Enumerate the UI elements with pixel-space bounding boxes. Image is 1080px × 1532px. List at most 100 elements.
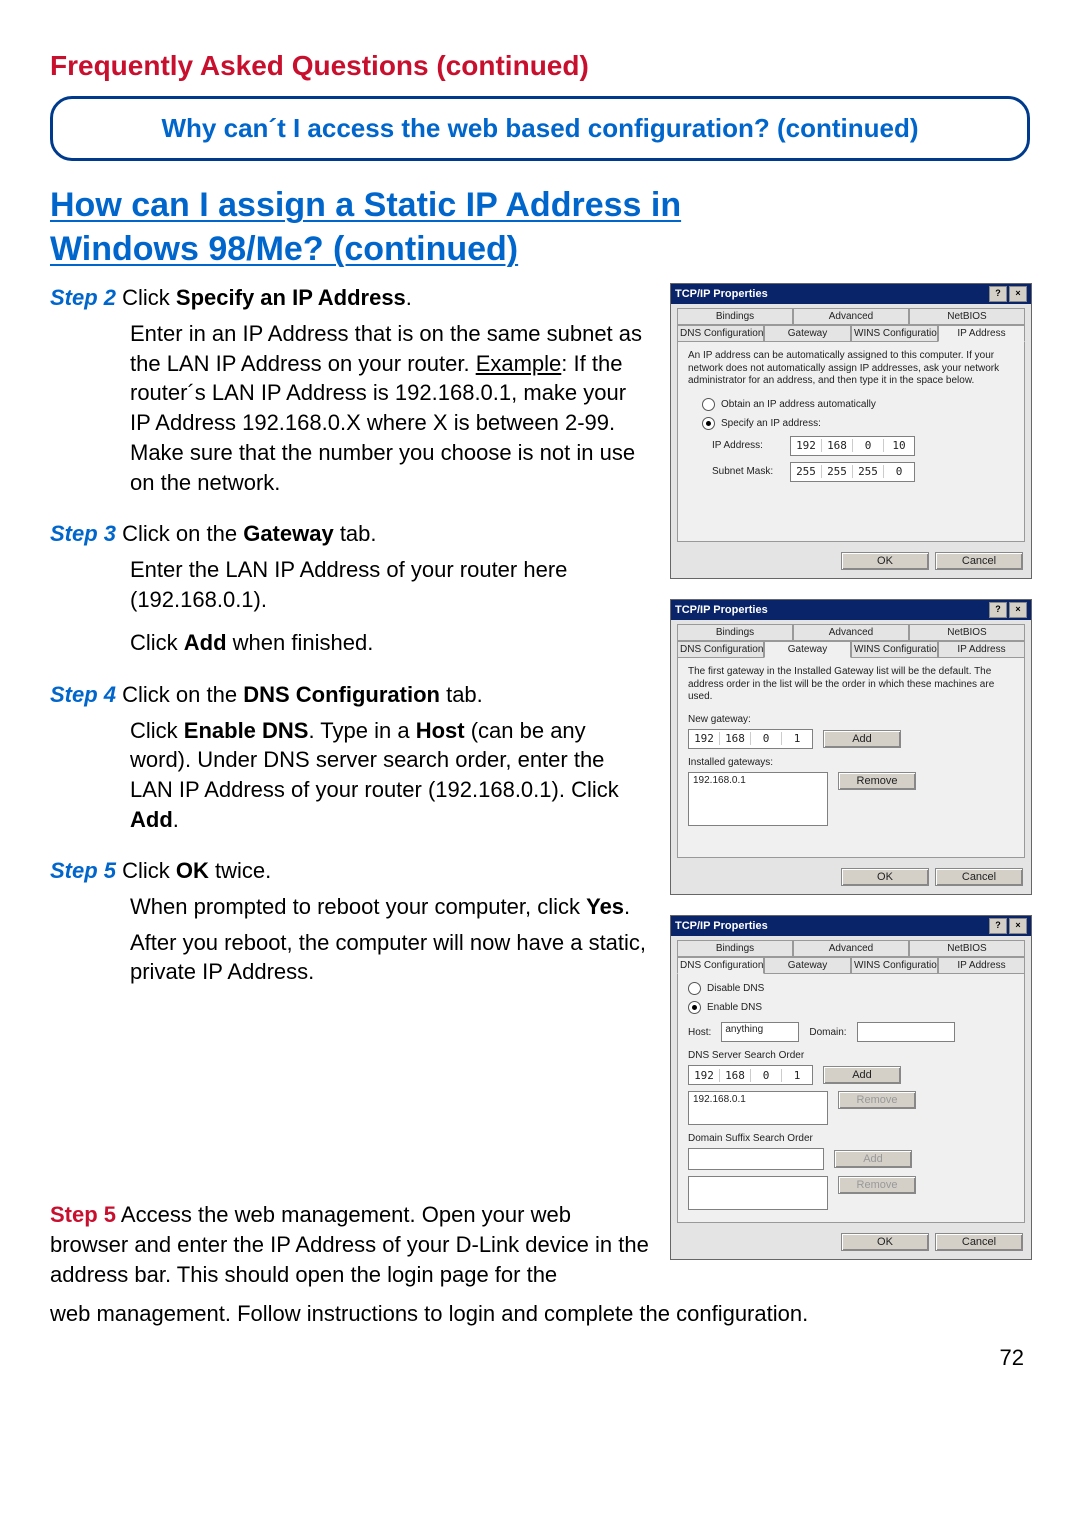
tab-advanced[interactable]: Advanced bbox=[793, 308, 909, 325]
tab-ipaddress[interactable]: IP Address bbox=[938, 325, 1025, 342]
close-button[interactable]: × bbox=[1009, 602, 1027, 618]
tcpip-dialog-dns: TCP/IP Properties ? × Bindings Advanced … bbox=[670, 915, 1032, 1260]
subnet-mask-input[interactable]: 2552552550 bbox=[790, 462, 915, 482]
page-number: 72 bbox=[1000, 1345, 1024, 1371]
faq-title: Frequently Asked Questions (continued) bbox=[50, 50, 1030, 82]
dns-search-list[interactable]: 192.168.0.1 bbox=[688, 1091, 828, 1125]
domain-suffix-input[interactable] bbox=[688, 1148, 824, 1170]
close-button[interactable]: × bbox=[1009, 918, 1027, 934]
radio-disable-dns-label: Disable DNS bbox=[707, 983, 764, 994]
tab-gateway[interactable]: Gateway bbox=[764, 325, 851, 342]
dialog-titlebar: TCP/IP Properties ? × bbox=[671, 600, 1031, 620]
banner-text: Why can´t I access the web based configu… bbox=[162, 113, 919, 143]
tab-bindings[interactable]: Bindings bbox=[677, 940, 793, 957]
dialog-titlebar: TCP/IP Properties ? × bbox=[671, 916, 1031, 936]
instructions-column: Step 2 Click Specify an IP Address. Ente… bbox=[50, 283, 652, 1280]
add-button[interactable]: Add bbox=[823, 730, 901, 748]
ok-button[interactable]: OK bbox=[841, 868, 929, 886]
subnet-mask-label: Subnet Mask: bbox=[712, 466, 782, 477]
step-4-label: Step 4 bbox=[50, 682, 116, 707]
howto-line2: Windows 98/Me? (continued) bbox=[50, 230, 518, 268]
remove-button-disabled[interactable]: Remove bbox=[838, 1176, 916, 1194]
new-gateway-label: New gateway: bbox=[688, 714, 1014, 725]
dialog-title-text: TCP/IP Properties bbox=[675, 920, 768, 932]
domain-suffix-list[interactable] bbox=[688, 1176, 828, 1210]
host-label: Host: bbox=[688, 1027, 711, 1038]
tab-dns[interactable]: DNS Configuration bbox=[677, 325, 764, 342]
ip-address-input[interactable]: 192168010 bbox=[790, 436, 915, 456]
dialog-title-text: TCP/IP Properties bbox=[675, 604, 768, 616]
installed-gateways-label: Installed gateways: bbox=[688, 757, 1014, 768]
step-5-inner-label: Step 5 bbox=[50, 858, 116, 883]
tab-advanced[interactable]: Advanced bbox=[793, 940, 909, 957]
cancel-button[interactable]: Cancel bbox=[935, 552, 1023, 570]
domain-suffix-label: Domain Suffix Search Order bbox=[688, 1133, 1014, 1144]
help-button[interactable]: ? bbox=[989, 602, 1007, 618]
help-button[interactable]: ? bbox=[989, 918, 1007, 934]
ok-button[interactable]: OK bbox=[841, 1233, 929, 1251]
radio-enable-dns[interactable] bbox=[688, 1001, 701, 1014]
new-gateway-input[interactable]: 19216801 bbox=[688, 729, 813, 749]
ip-address-label: IP Address: bbox=[712, 440, 782, 451]
howto-line1: How can I assign a Static IP Address in bbox=[50, 186, 681, 224]
step-3: Step 3 Click on the Gateway tab. Enter t… bbox=[50, 519, 652, 658]
tab-ipaddress[interactable]: IP Address bbox=[938, 641, 1025, 658]
step-3-label: Step 3 bbox=[50, 521, 116, 546]
radio-enable-dns-label: Enable DNS bbox=[707, 1002, 762, 1013]
step-2: Step 2 Click Specify an IP Address. Ente… bbox=[50, 283, 652, 497]
dialog-desc: The first gateway in the Installed Gatew… bbox=[688, 666, 1014, 704]
remove-button[interactable]: Remove bbox=[838, 772, 916, 790]
tab-dns[interactable]: DNS Configuration bbox=[677, 957, 764, 974]
tab-netbios[interactable]: NetBIOS bbox=[909, 940, 1025, 957]
dialog-desc: An IP address can be automatically assig… bbox=[688, 350, 1014, 388]
close-button[interactable]: × bbox=[1009, 286, 1027, 302]
dialogs-column: TCP/IP Properties ? × Bindings Advanced … bbox=[670, 283, 1030, 1280]
cancel-button[interactable]: Cancel bbox=[935, 868, 1023, 886]
ok-button[interactable]: OK bbox=[841, 552, 929, 570]
tab-advanced[interactable]: Advanced bbox=[793, 624, 909, 641]
host-input[interactable]: anything bbox=[721, 1022, 799, 1042]
tab-wins[interactable]: WINS Configuration bbox=[851, 325, 938, 342]
add-button-disabled[interactable]: Add bbox=[834, 1150, 912, 1168]
tab-wins[interactable]: WINS Configuration bbox=[851, 957, 938, 974]
dialog-title-text: TCP/IP Properties bbox=[675, 288, 768, 300]
step-2-label: Step 2 bbox=[50, 285, 116, 310]
step-5-outer-cont: web management. Follow instructions to l… bbox=[50, 1299, 1030, 1329]
step-5-inner: Step 5 Click OK twice. When prompted to … bbox=[50, 856, 652, 987]
tab-bindings[interactable]: Bindings bbox=[677, 308, 793, 325]
step-2-body: Enter in an IP Address that is on the sa… bbox=[130, 319, 652, 497]
step-4-body: Click Enable DNS. Type in a Host (can be… bbox=[130, 716, 652, 835]
radio-obtain-auto[interactable] bbox=[702, 398, 715, 411]
tcpip-dialog-ipaddress: TCP/IP Properties ? × Bindings Advanced … bbox=[670, 283, 1032, 579]
remove-button[interactable]: Remove bbox=[838, 1091, 916, 1109]
tab-gateway[interactable]: Gateway bbox=[764, 957, 851, 974]
dns-search-order-label: DNS Server Search Order bbox=[688, 1050, 1014, 1061]
tab-gateway[interactable]: Gateway bbox=[764, 641, 851, 658]
step-3-body-a: Enter the LAN IP Address of your router … bbox=[130, 555, 652, 614]
domain-input[interactable] bbox=[857, 1022, 955, 1042]
step-5-inner-body-b: After you reboot, the computer will now … bbox=[130, 928, 652, 987]
radio-specify-ip-label: Specify an IP address: bbox=[721, 418, 821, 429]
radio-obtain-auto-label: Obtain an IP address automatically bbox=[721, 399, 876, 410]
step-5-inner-body-a: When prompted to reboot your computer, c… bbox=[130, 892, 652, 922]
help-button[interactable]: ? bbox=[989, 286, 1007, 302]
installed-gateways-list[interactable]: 192.168.0.1 bbox=[688, 772, 828, 826]
tab-netbios[interactable]: NetBIOS bbox=[909, 308, 1025, 325]
cancel-button[interactable]: Cancel bbox=[935, 1233, 1023, 1251]
howto-title: How can I assign a Static IP Address in … bbox=[50, 183, 1030, 271]
step-3-body-b: Click Add when finished. bbox=[130, 628, 652, 658]
domain-label: Domain: bbox=[809, 1027, 846, 1038]
add-button[interactable]: Add bbox=[823, 1066, 901, 1084]
dns-search-input[interactable]: 19216801 bbox=[688, 1065, 813, 1085]
tab-bindings[interactable]: Bindings bbox=[677, 624, 793, 641]
tab-ipaddress[interactable]: IP Address bbox=[938, 957, 1025, 974]
dialog-titlebar: TCP/IP Properties ? × bbox=[671, 284, 1031, 304]
step-4: Step 4 Click on the DNS Configuration ta… bbox=[50, 680, 652, 834]
radio-disable-dns[interactable] bbox=[688, 982, 701, 995]
tab-netbios[interactable]: NetBIOS bbox=[909, 624, 1025, 641]
step-5-outer-label: Step 5 bbox=[50, 1202, 116, 1227]
radio-specify-ip[interactable] bbox=[702, 417, 715, 430]
banner-box: Why can´t I access the web based configu… bbox=[50, 96, 1030, 161]
tab-dns[interactable]: DNS Configuration bbox=[677, 641, 764, 658]
tab-wins[interactable]: WINS Configuration bbox=[851, 641, 938, 658]
